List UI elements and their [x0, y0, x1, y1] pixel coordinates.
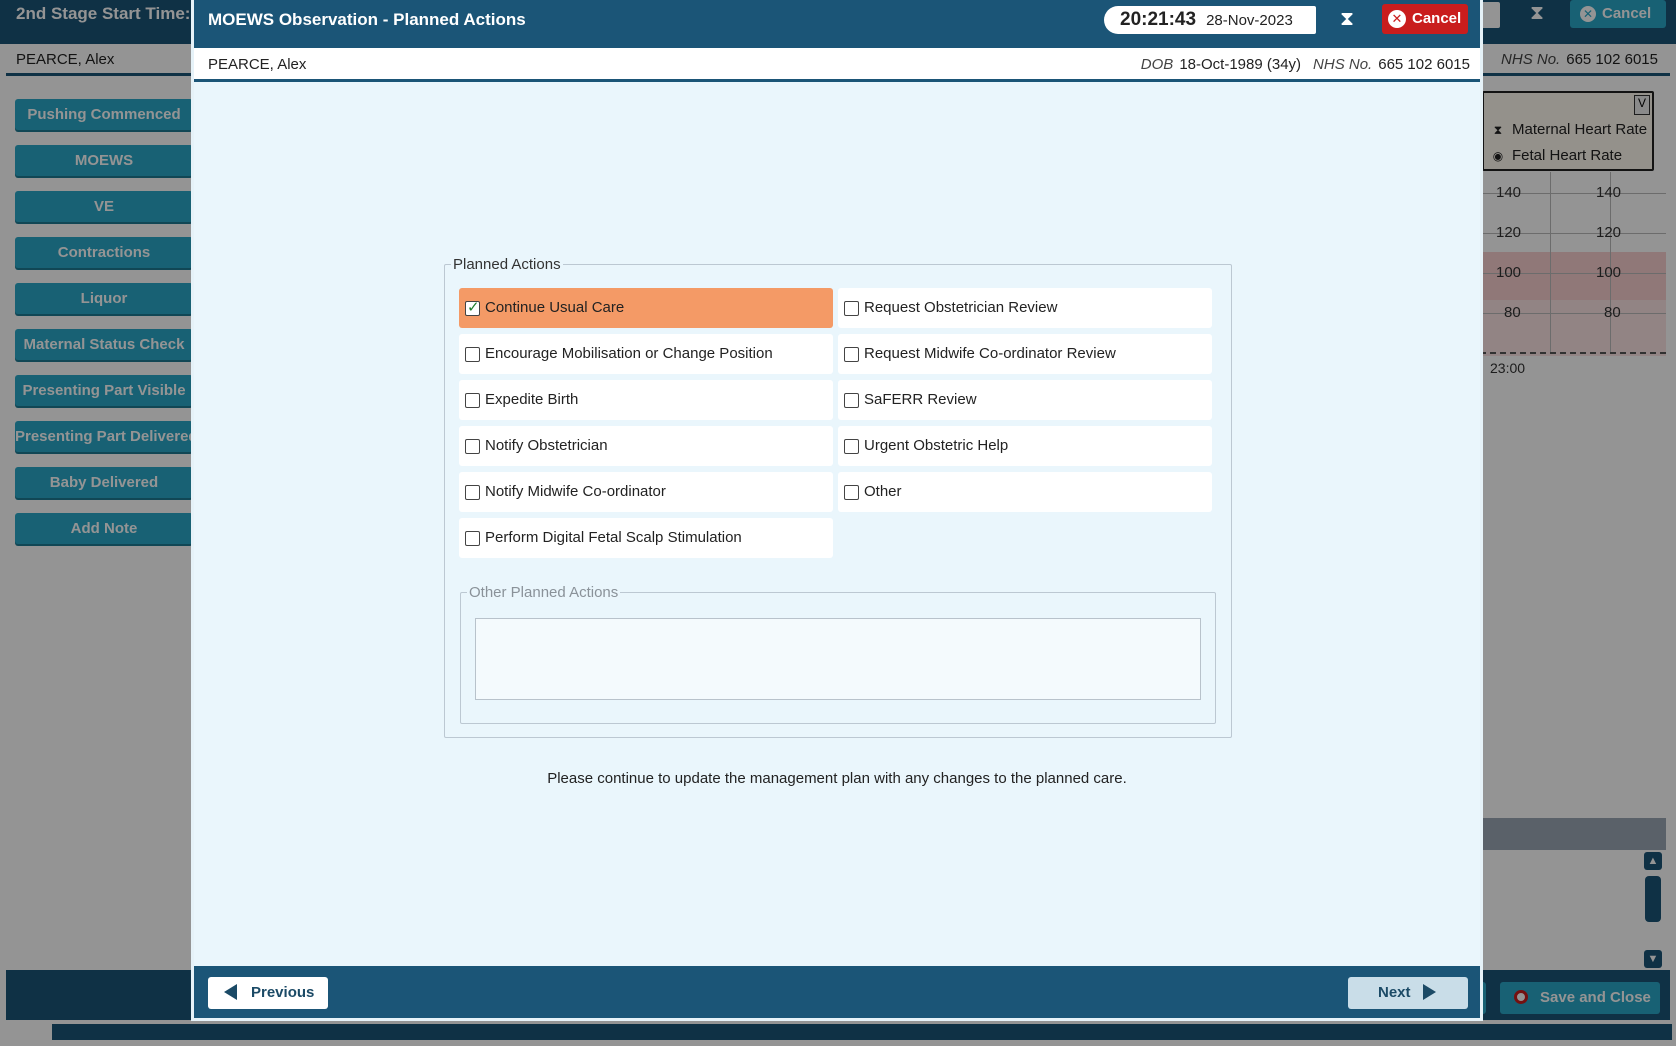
planned-actions-dialog: MOEWS Observation - Planned Actions 20:2…	[194, 0, 1480, 1018]
nhs-value: 665 102 6015	[1378, 56, 1470, 73]
option-label: Urgent Obstetric Help	[864, 437, 1009, 454]
option-continue-usual-care[interactable]: Continue Usual Care	[459, 288, 833, 328]
checkbox[interactable]	[844, 393, 859, 408]
close-icon: ✕	[1388, 10, 1406, 28]
option-request-midwife-coordinator-review[interactable]: Request Midwife Co-ordinator Review	[838, 334, 1212, 374]
next-button[interactable]: Next	[1348, 977, 1468, 1009]
checkbox[interactable]	[844, 439, 859, 454]
dialog-clock: 20:21:43 28-Nov-2023	[1104, 6, 1316, 34]
option-other[interactable]: Other	[838, 472, 1212, 512]
option-label: Notify Obstetrician	[485, 437, 608, 454]
dob-label: DOB	[1140, 56, 1174, 73]
dialog-header: MOEWS Observation - Planned Actions 20:2…	[194, 0, 1480, 48]
patient-name: PEARCE, Alex	[208, 56, 307, 73]
checkbox[interactable]	[465, 485, 480, 500]
option-saferr-review[interactable]: SaFERR Review	[838, 380, 1212, 420]
cancel-button[interactable]: ✕ Cancel	[1382, 4, 1468, 34]
patient-banner: PEARCE, Alex DOB 18-Oct-1989 (34y) NHS No.…	[194, 48, 1480, 82]
other-planned-actions-legend: Other Planned Actions	[469, 584, 619, 601]
checkbox[interactable]	[465, 347, 480, 362]
option-label: Request Midwife Co-ordinator Review	[864, 345, 1116, 362]
dialog-title: MOEWS Observation - Planned Actions	[208, 10, 526, 29]
arrow-left-icon	[224, 984, 237, 1000]
checkbox[interactable]	[844, 347, 859, 362]
checkbox[interactable]	[844, 301, 859, 316]
option-request-obstetrician-review[interactable]: Request Obstetrician Review	[838, 288, 1212, 328]
filter-icon[interactable]: ⧗	[1340, 8, 1354, 31]
dialog-footer: Previous Next	[194, 966, 1480, 1018]
option-urgent-obstetric-help[interactable]: Urgent Obstetric Help	[838, 426, 1212, 466]
option-digital-fetal-scalp-stimulation[interactable]: Perform Digital Fetal Scalp Stimulation	[459, 518, 833, 558]
option-label: Request Obstetrician Review	[864, 299, 1058, 316]
option-notify-midwife-coordinator[interactable]: Notify Midwife Co-ordinator	[459, 472, 833, 512]
clock-time: 20:21:43	[1120, 9, 1197, 30]
option-label: Continue Usual Care	[485, 299, 625, 316]
arrow-right-icon	[1422, 984, 1436, 1000]
next-label: Next	[1378, 984, 1411, 1001]
patient-identifiers: DOB 18-Oct-1989 (34y) NHS No. 665 102 6015	[1129, 56, 1470, 73]
option-label: Notify Midwife Co-ordinator	[485, 483, 666, 500]
checkbox[interactable]	[465, 393, 480, 408]
checkbox[interactable]	[844, 485, 859, 500]
option-label: Encourage Mobilisation or Change Positio…	[485, 345, 773, 362]
nhs-label: NHS No.	[1313, 56, 1373, 73]
checkbox[interactable]	[465, 439, 480, 454]
clock-date: 28-Nov-2023	[1206, 12, 1293, 29]
checkbox[interactable]	[465, 531, 480, 546]
option-expedite-birth[interactable]: Expedite Birth	[459, 380, 833, 420]
dob-value: 18-Oct-1989 (34y)	[1179, 56, 1302, 73]
option-label: Other	[864, 483, 902, 500]
option-label: Perform Digital Fetal Scalp Stimulation	[485, 529, 742, 546]
previous-button[interactable]: Previous	[208, 977, 328, 1009]
option-notify-obstetrician[interactable]: Notify Obstetrician	[459, 426, 833, 466]
cancel-label: Cancel	[1412, 10, 1462, 27]
option-encourage-mobilisation[interactable]: Encourage Mobilisation or Change Positio…	[459, 334, 833, 374]
option-label: SaFERR Review	[864, 391, 977, 408]
previous-label: Previous	[251, 984, 315, 1001]
checkbox-checked[interactable]	[465, 298, 480, 318]
option-label: Expedite Birth	[485, 391, 579, 408]
management-plan-note: Please continue to update the management…	[547, 770, 1127, 787]
planned-actions-legend: Planned Actions	[453, 256, 561, 273]
other-planned-actions-textarea[interactable]	[475, 618, 1201, 700]
